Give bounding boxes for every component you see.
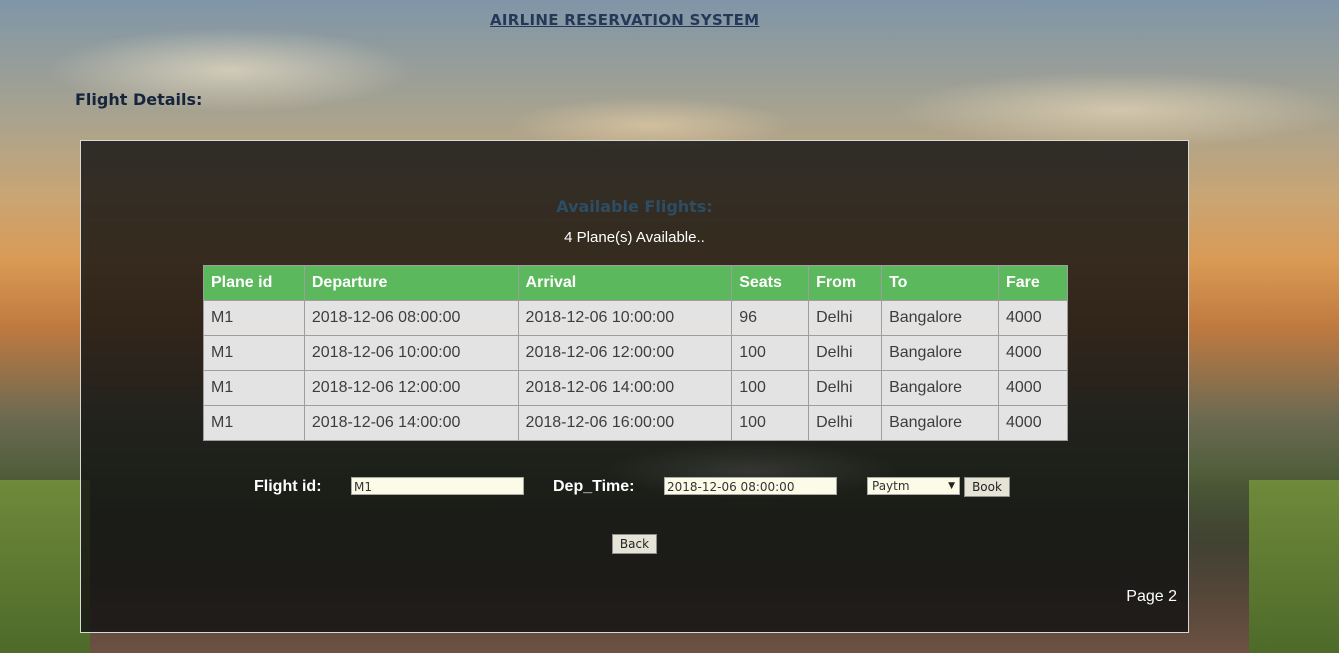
table-row: M1 2018-12-06 14:00:00 2018-12-06 16:00:… xyxy=(203,405,1068,441)
cell-plane-id: M1 xyxy=(203,405,305,441)
column-header-fare: Fare xyxy=(998,265,1068,301)
cell-departure: 2018-12-06 10:00:00 xyxy=(303,335,519,371)
column-header-departure: Departure xyxy=(303,265,519,301)
background-grass-left xyxy=(0,480,90,653)
table-row: M1 2018-12-06 08:00:00 2018-12-06 10:00:… xyxy=(203,300,1068,336)
cell-plane-id: M1 xyxy=(203,370,305,406)
available-count: 4 Plane(s) Available.. xyxy=(564,229,705,246)
payment-select[interactable]: Paytm ▼ xyxy=(867,477,960,495)
cell-seats: 100 xyxy=(731,405,810,441)
background-grass-right xyxy=(1249,480,1339,653)
cell-departure: 2018-12-06 12:00:00 xyxy=(303,370,519,406)
flight-id-label: Flight id: xyxy=(254,478,322,495)
cell-departure: 2018-12-06 08:00:00 xyxy=(303,300,519,336)
cell-arrival: 2018-12-06 12:00:00 xyxy=(517,335,733,371)
cell-departure: 2018-12-06 14:00:00 xyxy=(303,405,519,441)
cell-arrival: 2018-12-06 14:00:00 xyxy=(517,370,733,406)
table-row: M1 2018-12-06 12:00:00 2018-12-06 14:00:… xyxy=(203,370,1068,406)
cell-seats: 100 xyxy=(731,335,810,371)
flights-table: Plane id Departure Arrival Seats From To… xyxy=(203,265,1068,441)
cell-fare: 4000 xyxy=(998,300,1068,336)
column-header-seats: Seats xyxy=(731,265,810,301)
dep-time-input[interactable]: 2018-12-06 08:00:00 xyxy=(664,477,837,495)
cell-seats: 96 xyxy=(731,300,810,336)
cell-fare: 4000 xyxy=(998,370,1068,406)
column-header-plane-id: Plane id xyxy=(203,265,305,301)
page-number: Page 2 xyxy=(1126,588,1177,605)
cell-fare: 4000 xyxy=(998,405,1068,441)
flight-id-input[interactable]: M1 xyxy=(351,477,524,495)
cell-to: Bangalore xyxy=(881,335,999,371)
back-button[interactable]: Back xyxy=(612,534,657,554)
cell-to: Bangalore xyxy=(881,405,999,441)
cell-seats: 100 xyxy=(731,370,810,406)
cell-to: Bangalore xyxy=(881,370,999,406)
cell-from: Delhi xyxy=(808,300,883,336)
book-button[interactable]: Book xyxy=(964,477,1010,497)
cell-to: Bangalore xyxy=(881,300,999,336)
available-flights-heading: Available Flights: xyxy=(556,197,713,216)
payment-select-value: Paytm xyxy=(872,479,910,493)
table-row: M1 2018-12-06 10:00:00 2018-12-06 12:00:… xyxy=(203,335,1068,371)
cell-from: Delhi xyxy=(808,370,883,406)
cell-from: Delhi xyxy=(808,405,883,441)
column-header-arrival: Arrival xyxy=(517,265,733,301)
cell-arrival: 2018-12-06 16:00:00 xyxy=(517,405,733,441)
column-header-to: To xyxy=(881,265,999,301)
dep-time-label: Dep_Time: xyxy=(553,478,635,495)
cell-plane-id: M1 xyxy=(203,300,305,336)
cell-from: Delhi xyxy=(808,335,883,371)
dropdown-arrow-icon: ▼ xyxy=(948,481,955,491)
cell-fare: 4000 xyxy=(998,335,1068,371)
column-header-from: From xyxy=(808,265,883,301)
table-header-row: Plane id Departure Arrival Seats From To… xyxy=(203,265,1068,301)
flight-panel: Available Flights: 4 Plane(s) Available.… xyxy=(80,140,1189,633)
cell-plane-id: M1 xyxy=(203,335,305,371)
app-title: AIRLINE RESERVATION SYSTEM xyxy=(490,11,760,29)
flight-details-heading: Flight Details: xyxy=(75,90,203,109)
cell-arrival: 2018-12-06 10:00:00 xyxy=(517,300,733,336)
